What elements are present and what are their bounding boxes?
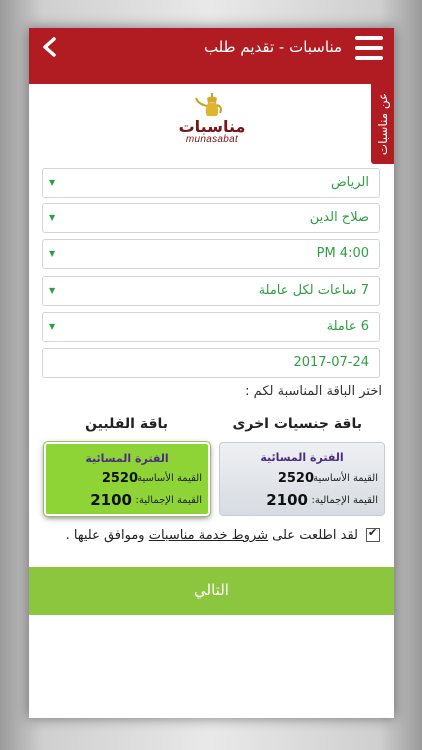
district-value: صلاح الدين (309, 210, 369, 225)
app-screen: مناسبات - تقديم طلب عن مناسبات مناسبات m… (29, 28, 394, 718)
total-price-row: القيمة الإجمالية: 2100 (52, 491, 202, 513)
terms-suffix: وموافق عليها . (65, 528, 145, 543)
terms-link[interactable]: شروط خدمة مناسبات (149, 528, 268, 543)
menu-icon[interactable] (355, 36, 383, 60)
base-price-row: القيمة الأساسية: 2520 (226, 471, 378, 491)
back-arrow-icon[interactable] (39, 36, 61, 58)
terms-row: لقد اطلعت على شروط خدمة مناسبات وموافق ع… (65, 526, 380, 543)
chevron-down-icon: ▼ (49, 213, 56, 222)
base-price-label: القيمة الأساسية: (133, 473, 202, 484)
total-price-value: 2100 (90, 491, 132, 509)
chevron-down-icon: ▼ (49, 249, 56, 258)
hours-value: 7 ساعات لكل عاملة (258, 283, 369, 298)
base-price-value: 2520 (101, 471, 138, 486)
terms-checkbox[interactable] (366, 526, 380, 542)
workers-select[interactable]: 6 عاملة ▼ (42, 312, 380, 342)
chevron-down-icon: ▼ (49, 322, 56, 331)
date-field[interactable]: 2017-07-24 (42, 348, 380, 378)
time-select[interactable]: PM 4:00 ▼ (42, 239, 380, 269)
time-value: PM 4:00 (316, 246, 369, 261)
logo-latin-text: munasabat (185, 134, 239, 145)
total-price-row: القيمة الإجمالية: 2100 (226, 491, 378, 513)
other-package-title: باقة جنسيات اخرى (232, 416, 362, 432)
hours-select[interactable]: 7 ساعات لكل عاملة ▼ (42, 276, 380, 306)
chevron-down-icon: ▼ (49, 178, 56, 187)
total-price-value: 2100 (266, 491, 308, 509)
philippines-package-card[interactable]: الفترة المسائية القيمة الأساسية: 2520 ال… (44, 442, 210, 516)
date-value: 2017-07-24 (293, 355, 369, 370)
about-tab-label: عن مناسبات (375, 92, 390, 156)
period-label: الفترة المسائية (85, 452, 169, 465)
chevron-down-icon: ▼ (49, 286, 56, 295)
terms-prefix: لقد اطلعت على (272, 528, 358, 543)
base-price-row: القيمة الأساسية: 2520 (52, 471, 202, 491)
base-price-value: 2520 (277, 471, 314, 486)
next-button[interactable]: التالي (29, 567, 394, 615)
about-tab[interactable]: عن مناسبات (371, 84, 394, 164)
munasabat-logo: مناسبات munasabat (174, 90, 250, 152)
district-select[interactable]: صلاح الدين ▼ (42, 203, 380, 233)
package-prompt: اختر الباقة المناسبة لكم : (245, 384, 382, 399)
city-value: الرياض (330, 175, 369, 190)
app-bar: مناسبات - تقديم طلب (29, 28, 394, 84)
base-price-label: القيمة الأساسية: (309, 473, 378, 484)
period-label: الفترة المسائية (260, 451, 344, 464)
workers-value: 6 عاملة (326, 319, 369, 334)
city-select[interactable]: الرياض ▼ (42, 168, 380, 198)
total-price-label: القيمة الإجمالية: (135, 495, 202, 506)
other-package-card[interactable]: الفترة المسائية القيمة الأساسية: 2520 ال… (219, 442, 385, 516)
philippines-package-title: باقة الفلبين (85, 416, 168, 432)
total-price-label: القيمة الإجمالية: (311, 495, 378, 506)
page-title: مناسبات - تقديم طلب (203, 38, 342, 56)
